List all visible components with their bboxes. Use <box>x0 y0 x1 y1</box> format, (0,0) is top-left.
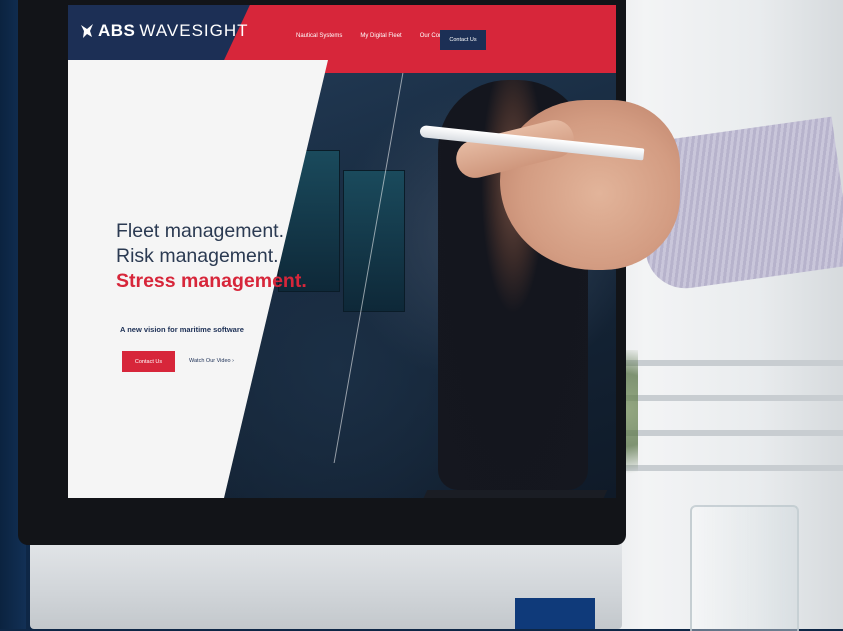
main-nav: Nautical Systems My Digital Fleet Our Co… <box>296 33 457 39</box>
logo-product: WAVESIGHT <box>139 21 249 40</box>
site-logo[interactable]: ABS WAVESIGHT <box>80 21 249 41</box>
headline-line-3: Stress management. <box>116 270 307 292</box>
watch-video-link[interactable]: Watch Our Video › <box>189 358 234 364</box>
window-blind <box>620 360 843 366</box>
monitor-stand <box>515 598 595 629</box>
hero-headline: Fleet management. Risk management. Stres… <box>116 219 307 294</box>
logo-brand: ABS <box>98 21 136 40</box>
hero-tagline: A new vision for maritime software <box>120 325 244 334</box>
drinking-glass <box>690 505 799 631</box>
keyboard <box>408 490 608 498</box>
nav-contact-button[interactable]: Contact Us <box>440 30 486 50</box>
monitor: ABS WAVESIGHT Nautical Systems My Digita… <box>18 0 626 545</box>
window-blind <box>620 395 843 401</box>
window-blind <box>620 430 843 436</box>
website-screen: ABS WAVESIGHT Nautical Systems My Digita… <box>68 5 616 498</box>
nav-link-nautical-systems[interactable]: Nautical Systems <box>296 33 342 39</box>
headline-line-2: Risk management. <box>116 245 279 267</box>
headline-line-1: Fleet management. <box>116 220 285 242</box>
window-blind <box>620 465 843 471</box>
nav-link-my-digital-fleet[interactable]: My Digital Fleet <box>360 33 401 39</box>
hero-contact-button[interactable]: Contact Us <box>122 351 175 372</box>
abs-eagle-icon <box>81 24 93 38</box>
